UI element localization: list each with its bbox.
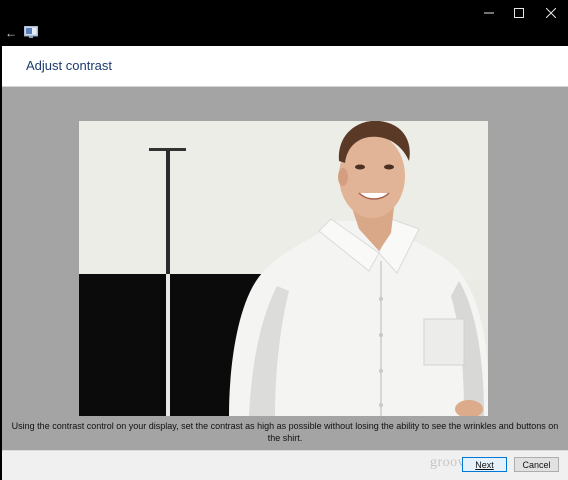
page-header: Adjust contrast — [2, 46, 568, 87]
instruction-text: Using the contrast control on your displ… — [11, 421, 559, 443]
minimize-button[interactable] — [474, 2, 504, 24]
page-title: Adjust contrast — [26, 58, 112, 73]
close-icon — [545, 7, 557, 19]
title-bar: ← — [0, 0, 568, 46]
maximize-button[interactable] — [504, 2, 534, 24]
calibration-window: ← Adjust contrast Using the contrast con… — [0, 0, 568, 480]
minimize-icon — [484, 12, 494, 14]
close-button[interactable] — [536, 2, 566, 24]
back-arrow-icon[interactable]: ← — [2, 24, 20, 42]
cancel-button[interactable]: Cancel — [514, 457, 559, 472]
next-button[interactable]: Next — [462, 457, 507, 472]
contrast-test-image — [79, 121, 488, 416]
footer-bar: groovyPost Next Cancel — [2, 450, 568, 480]
maximize-icon — [514, 7, 524, 18]
display-app-icon — [24, 26, 38, 38]
content-area: Using the contrast control on your displ… — [2, 87, 568, 450]
